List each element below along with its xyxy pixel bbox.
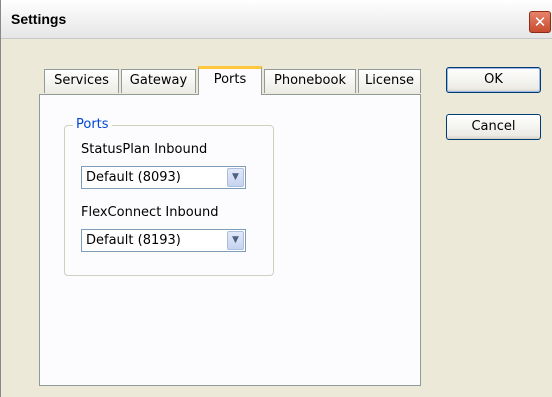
window-title: Settings	[11, 11, 67, 27]
flexconnect-inbound-dropdown[interactable]: Default (8193) ▼	[81, 229, 246, 252]
chevron-down-icon[interactable]: ▼	[227, 168, 244, 187]
tab-label: Phonebook	[274, 73, 346, 88]
cancel-button[interactable]: Cancel	[446, 114, 541, 140]
title-bar[interactable]: Settings ✕	[1, 0, 552, 39]
statusplan-inbound-label: StatusPlan Inbound	[81, 142, 208, 157]
tab-services[interactable]: Services	[44, 69, 119, 93]
tab-gateway[interactable]: Gateway	[121, 69, 196, 93]
flexconnect-inbound-label: FlexConnect Inbound	[81, 205, 219, 220]
statusplan-inbound-value: Default (8093)	[86, 170, 181, 185]
close-icon: ✕	[533, 13, 547, 31]
tab-license[interactable]: License	[358, 69, 421, 93]
ports-group-title: Ports	[73, 117, 112, 132]
chevron-down-icon[interactable]: ▼	[227, 231, 244, 250]
settings-dialog: Settings ✕ Services Gateway Ports Phoneb…	[0, 0, 552, 397]
tab-label: License	[364, 73, 414, 88]
ports-tab-panel: Ports StatusPlan Inbound Default (8093) …	[39, 94, 421, 386]
flexconnect-inbound-value: Default (8193)	[86, 233, 181, 248]
tab-label: Gateway	[129, 73, 188, 88]
ports-group: Ports StatusPlan Inbound Default (8093) …	[64, 117, 274, 276]
ok-button[interactable]: OK	[446, 67, 541, 93]
tab-ports[interactable]: Ports	[198, 66, 262, 95]
close-button[interactable]: ✕	[529, 11, 551, 33]
tab-label: Services	[54, 73, 109, 88]
statusplan-inbound-dropdown[interactable]: Default (8093) ▼	[81, 166, 246, 189]
tab-label: Ports	[213, 72, 247, 87]
tab-phonebook[interactable]: Phonebook	[264, 69, 356, 93]
